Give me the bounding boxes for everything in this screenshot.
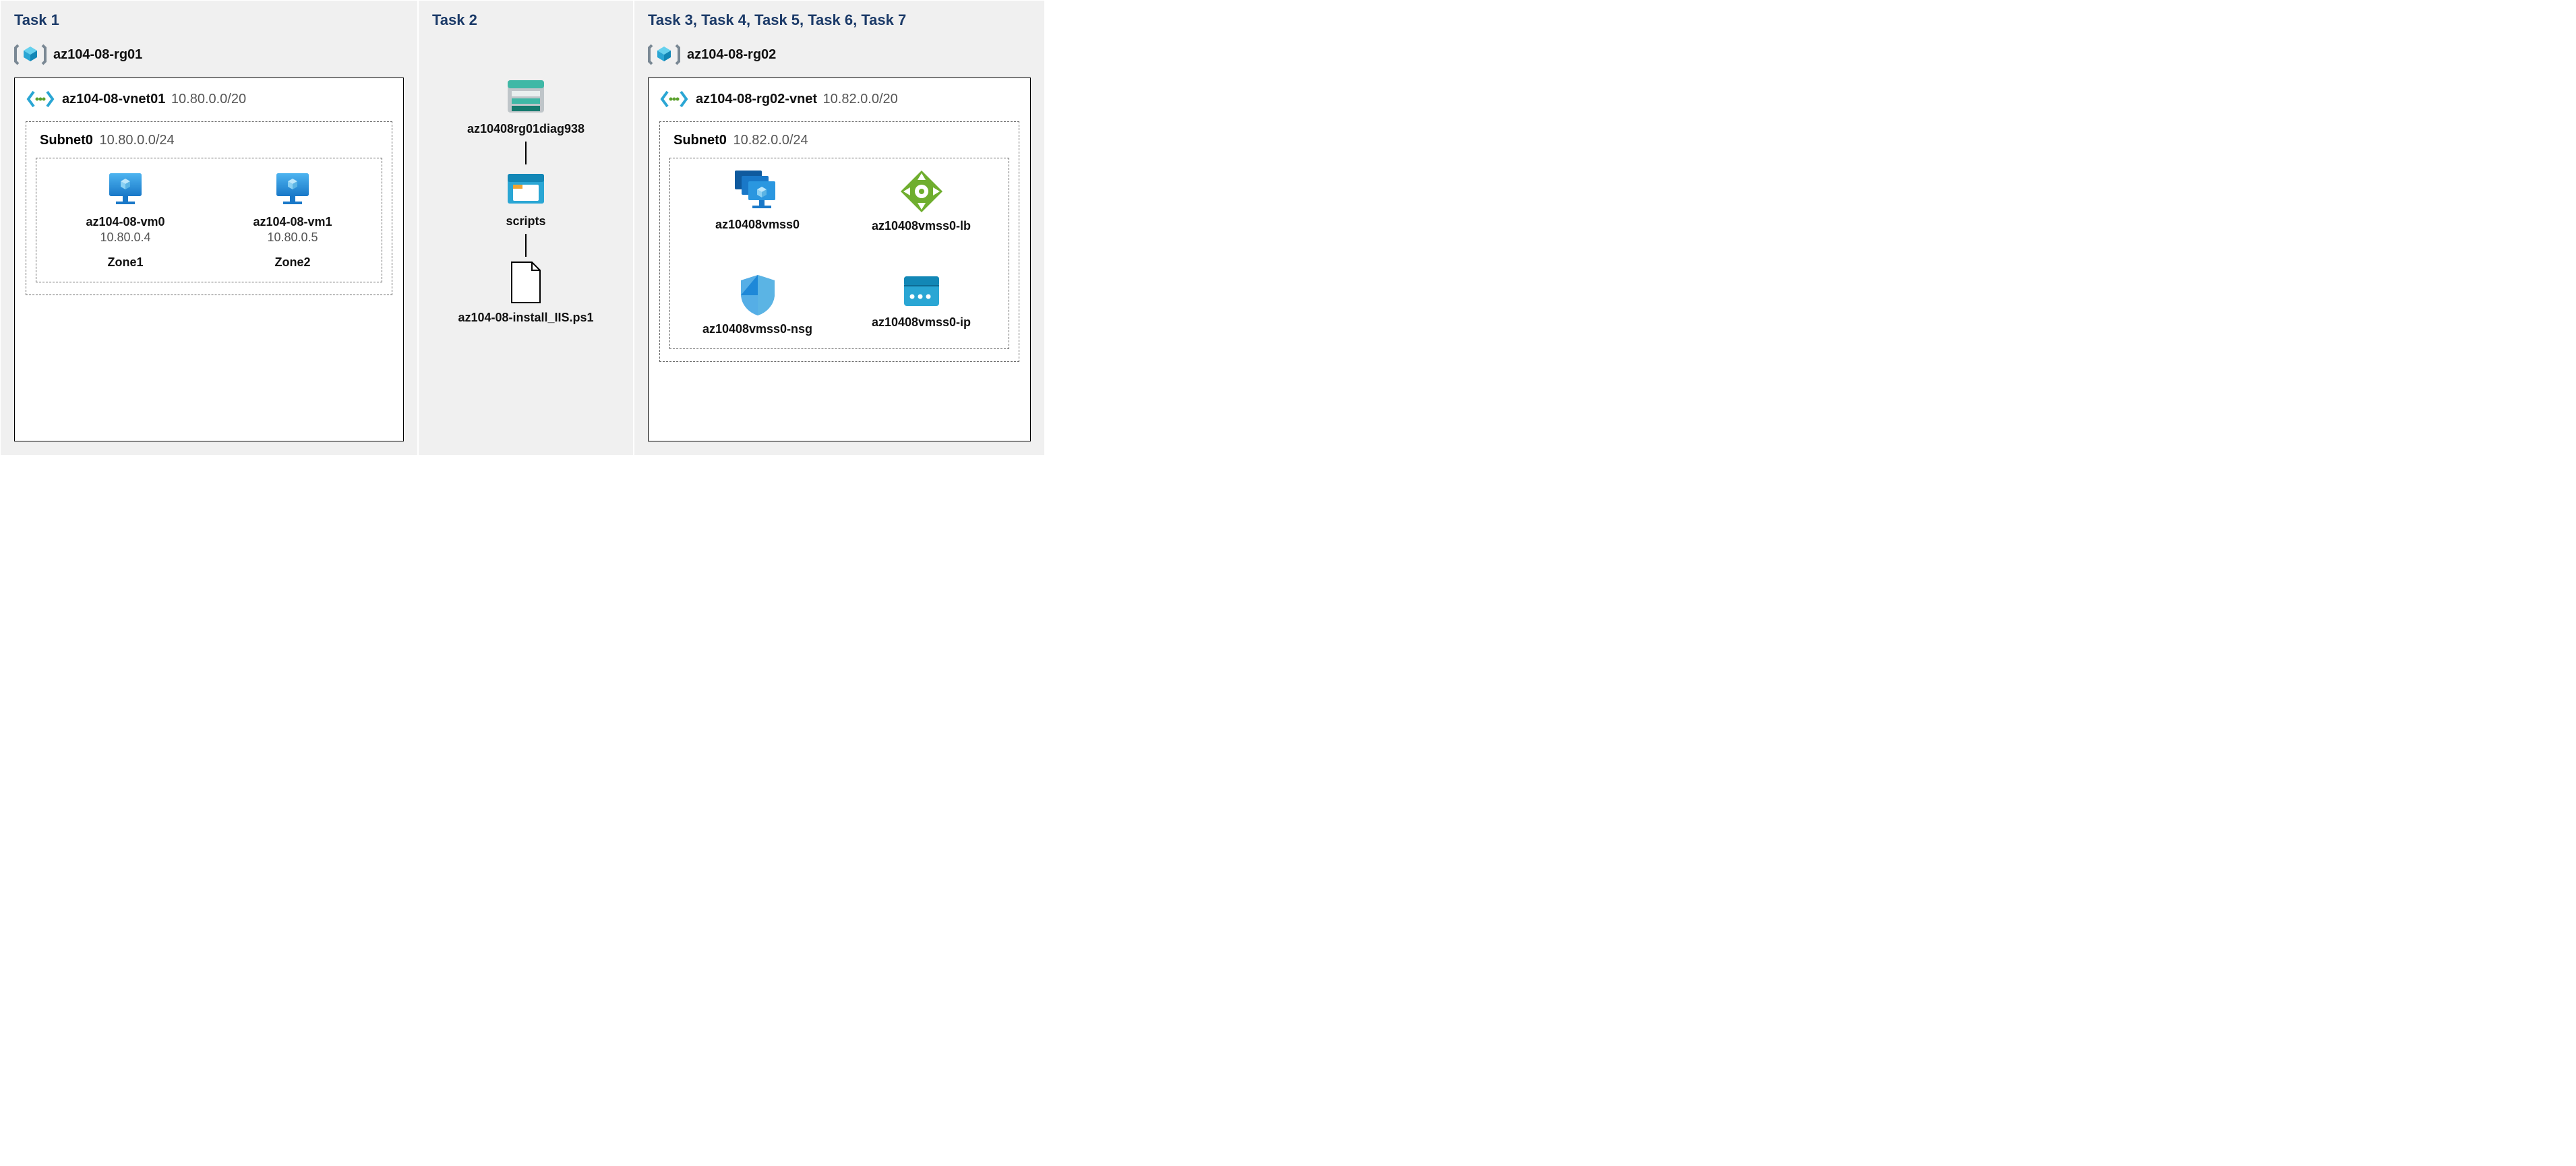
vnet1-box: az104-08-vnet01 10.80.0.0/20 Subnet0 10.… [14,78,404,441]
task2-title: Task 2 [432,11,620,29]
vnet2-header: az104-08-rg02-vnet 10.82.0.0/20 [659,89,1019,109]
vnet1-name: az104-08-vnet01 [62,92,165,106]
connector-line [525,234,527,257]
container-name: scripts [506,214,545,228]
subnet1-cidr: 10.80.0.0/24 [99,133,174,148]
vmss: az10408vmss0 [682,169,833,233]
subnet1-box: Subnet0 10.80.0.0/24 [26,121,392,295]
vm-icon [271,169,314,210]
subnet1-inner: az104-08-vm0 10.80.0.4 Zone1 [36,158,382,282]
ip-name: az10408vmss0-ip [872,315,971,330]
vm1-ip: 10.80.0.5 [267,231,318,245]
subnet2-name: Subnet0 [673,133,727,148]
nsg-icon [738,274,777,317]
vmss-name: az10408vmss0 [715,218,800,232]
vm1-name: az104-08-vm1 [253,215,332,229]
rg1-header: az104-08-rg01 [14,41,404,68]
vm-icon [104,169,147,210]
vnet2-box: az104-08-rg02-vnet 10.82.0.0/20 Subnet0 … [648,78,1031,441]
load-balancer-icon [899,169,944,214]
vm0-name: az104-08-vm0 [86,215,164,229]
rg2-header: az104-08-rg02 [648,41,1031,68]
resource-group-icon [648,41,680,68]
nsg: az10408vmss0-nsg [682,274,833,336]
public-ip: az10408vmss0-ip [846,274,996,336]
file-name: az104-08-install_IIS.ps1 [458,311,593,325]
vnet-icon [26,89,55,109]
task2-panel: Task 2 az10408rg01diag938 [418,0,634,456]
rg1-name: az104-08-rg01 [53,47,142,63]
task1-title: Task 1 [14,11,404,29]
vmss-icon [732,169,783,212]
public-ip-icon [900,274,943,310]
file-icon [508,261,544,305]
rg2-name: az104-08-rg02 [687,47,776,63]
blob-container-icon [502,168,549,209]
vm0: az104-08-vm0 10.80.0.4 Zone1 [49,169,202,270]
lb-name: az10408vmss0-lb [872,219,971,233]
vnet1-cidr: 10.80.0.0/20 [171,92,246,106]
task1-panel: Task 1 az104-08-rg01 [0,0,418,456]
vnet1-header: az104-08-vnet01 10.80.0.0/20 [26,89,392,109]
subnet2-box: Subnet0 10.82.0.0/24 [659,121,1019,362]
nsg-name: az10408vmss0-nsg [702,322,812,336]
task3-title: Task 3, Task 4, Task 5, Task 6, Task 7 [648,11,1031,29]
vm0-ip: 10.80.0.4 [100,231,150,245]
task3-panel: Task 3, Task 4, Task 5, Task 6, Task 7 a… [634,0,1045,456]
vnet2-cidr: 10.82.0.0/20 [823,92,898,106]
resource-group-icon [14,41,47,68]
vnet2-name: az104-08-rg02-vnet [696,92,817,106]
subnet2-cidr: 10.82.0.0/24 [733,133,808,148]
connector-line [525,142,527,164]
storage-name: az10408rg01diag938 [467,122,585,136]
vm1-zone: Zone2 [274,255,310,270]
load-balancer: az10408vmss0-lb [846,169,996,233]
vm0-zone: Zone1 [107,255,143,270]
vm1: az104-08-vm1 10.80.0.5 Zone2 [216,169,369,270]
storage-account-icon [502,76,549,117]
subnet2-inner: az10408vmss0 [669,158,1009,349]
vnet-icon [659,89,689,109]
subnet1-name: Subnet0 [40,133,93,148]
